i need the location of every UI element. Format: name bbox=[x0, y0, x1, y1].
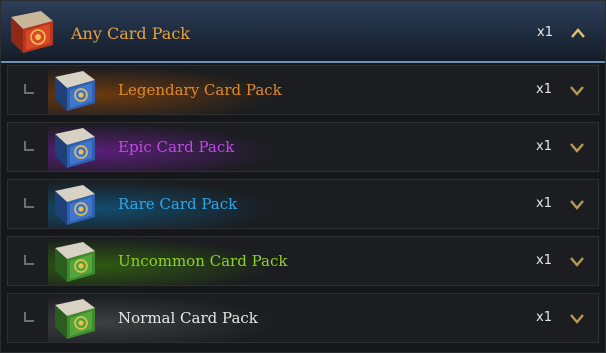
card-pack-label: Epic Card Pack bbox=[118, 138, 235, 156]
any-card-pack-header[interactable]: Any Card Pack x1 bbox=[1, 1, 605, 63]
card-pack-label: Normal Card Pack bbox=[118, 309, 258, 327]
card-pack-list: Any Card Pack x1 Legendary Card Pack x1 Ep… bbox=[0, 0, 606, 353]
blue-card-pack-icon bbox=[55, 128, 95, 168]
red-card-pack-icon bbox=[11, 11, 53, 53]
chevron-down-icon[interactable] bbox=[570, 314, 584, 324]
tree-branch-icon bbox=[24, 312, 34, 322]
card-pack-label: Uncommon Card Pack bbox=[118, 252, 288, 270]
tree-branch-icon bbox=[24, 198, 34, 208]
chevron-down-icon[interactable] bbox=[570, 143, 584, 153]
card-pack-label: Rare Card Pack bbox=[118, 195, 238, 213]
card-pack-quantity: x1 bbox=[536, 253, 552, 268]
card-pack-quantity: x1 bbox=[536, 310, 552, 325]
header-quantity: x1 bbox=[537, 25, 553, 40]
blue-card-pack-icon bbox=[55, 185, 95, 225]
card-pack-quantity: x1 bbox=[536, 196, 552, 211]
tree-branch-icon bbox=[24, 84, 34, 94]
card-pack-quantity: x1 bbox=[536, 139, 552, 154]
chevron-down-icon[interactable] bbox=[570, 200, 584, 210]
card-pack-quantity: x1 bbox=[536, 82, 552, 97]
green-card-pack-icon bbox=[55, 299, 95, 339]
blue-card-pack-icon bbox=[55, 71, 95, 111]
tree-branch-icon bbox=[24, 141, 34, 151]
card-pack-label: Legendary Card Pack bbox=[118, 81, 282, 99]
green-card-pack-icon bbox=[55, 242, 95, 282]
chevron-up-icon[interactable] bbox=[571, 28, 585, 38]
card-pack-row[interactable]: Epic Card Pack x1 bbox=[7, 122, 599, 172]
tree-branch-icon bbox=[24, 255, 34, 265]
chevron-down-icon[interactable] bbox=[570, 257, 584, 267]
header-title: Any Card Pack bbox=[71, 24, 190, 43]
chevron-down-icon[interactable] bbox=[570, 86, 584, 96]
card-pack-row[interactable]: Rare Card Pack x1 bbox=[7, 179, 599, 229]
card-pack-row[interactable]: Normal Card Pack x1 bbox=[7, 293, 599, 343]
card-pack-row[interactable]: Uncommon Card Pack x1 bbox=[7, 236, 599, 286]
card-pack-row[interactable]: Legendary Card Pack x1 bbox=[7, 65, 599, 115]
